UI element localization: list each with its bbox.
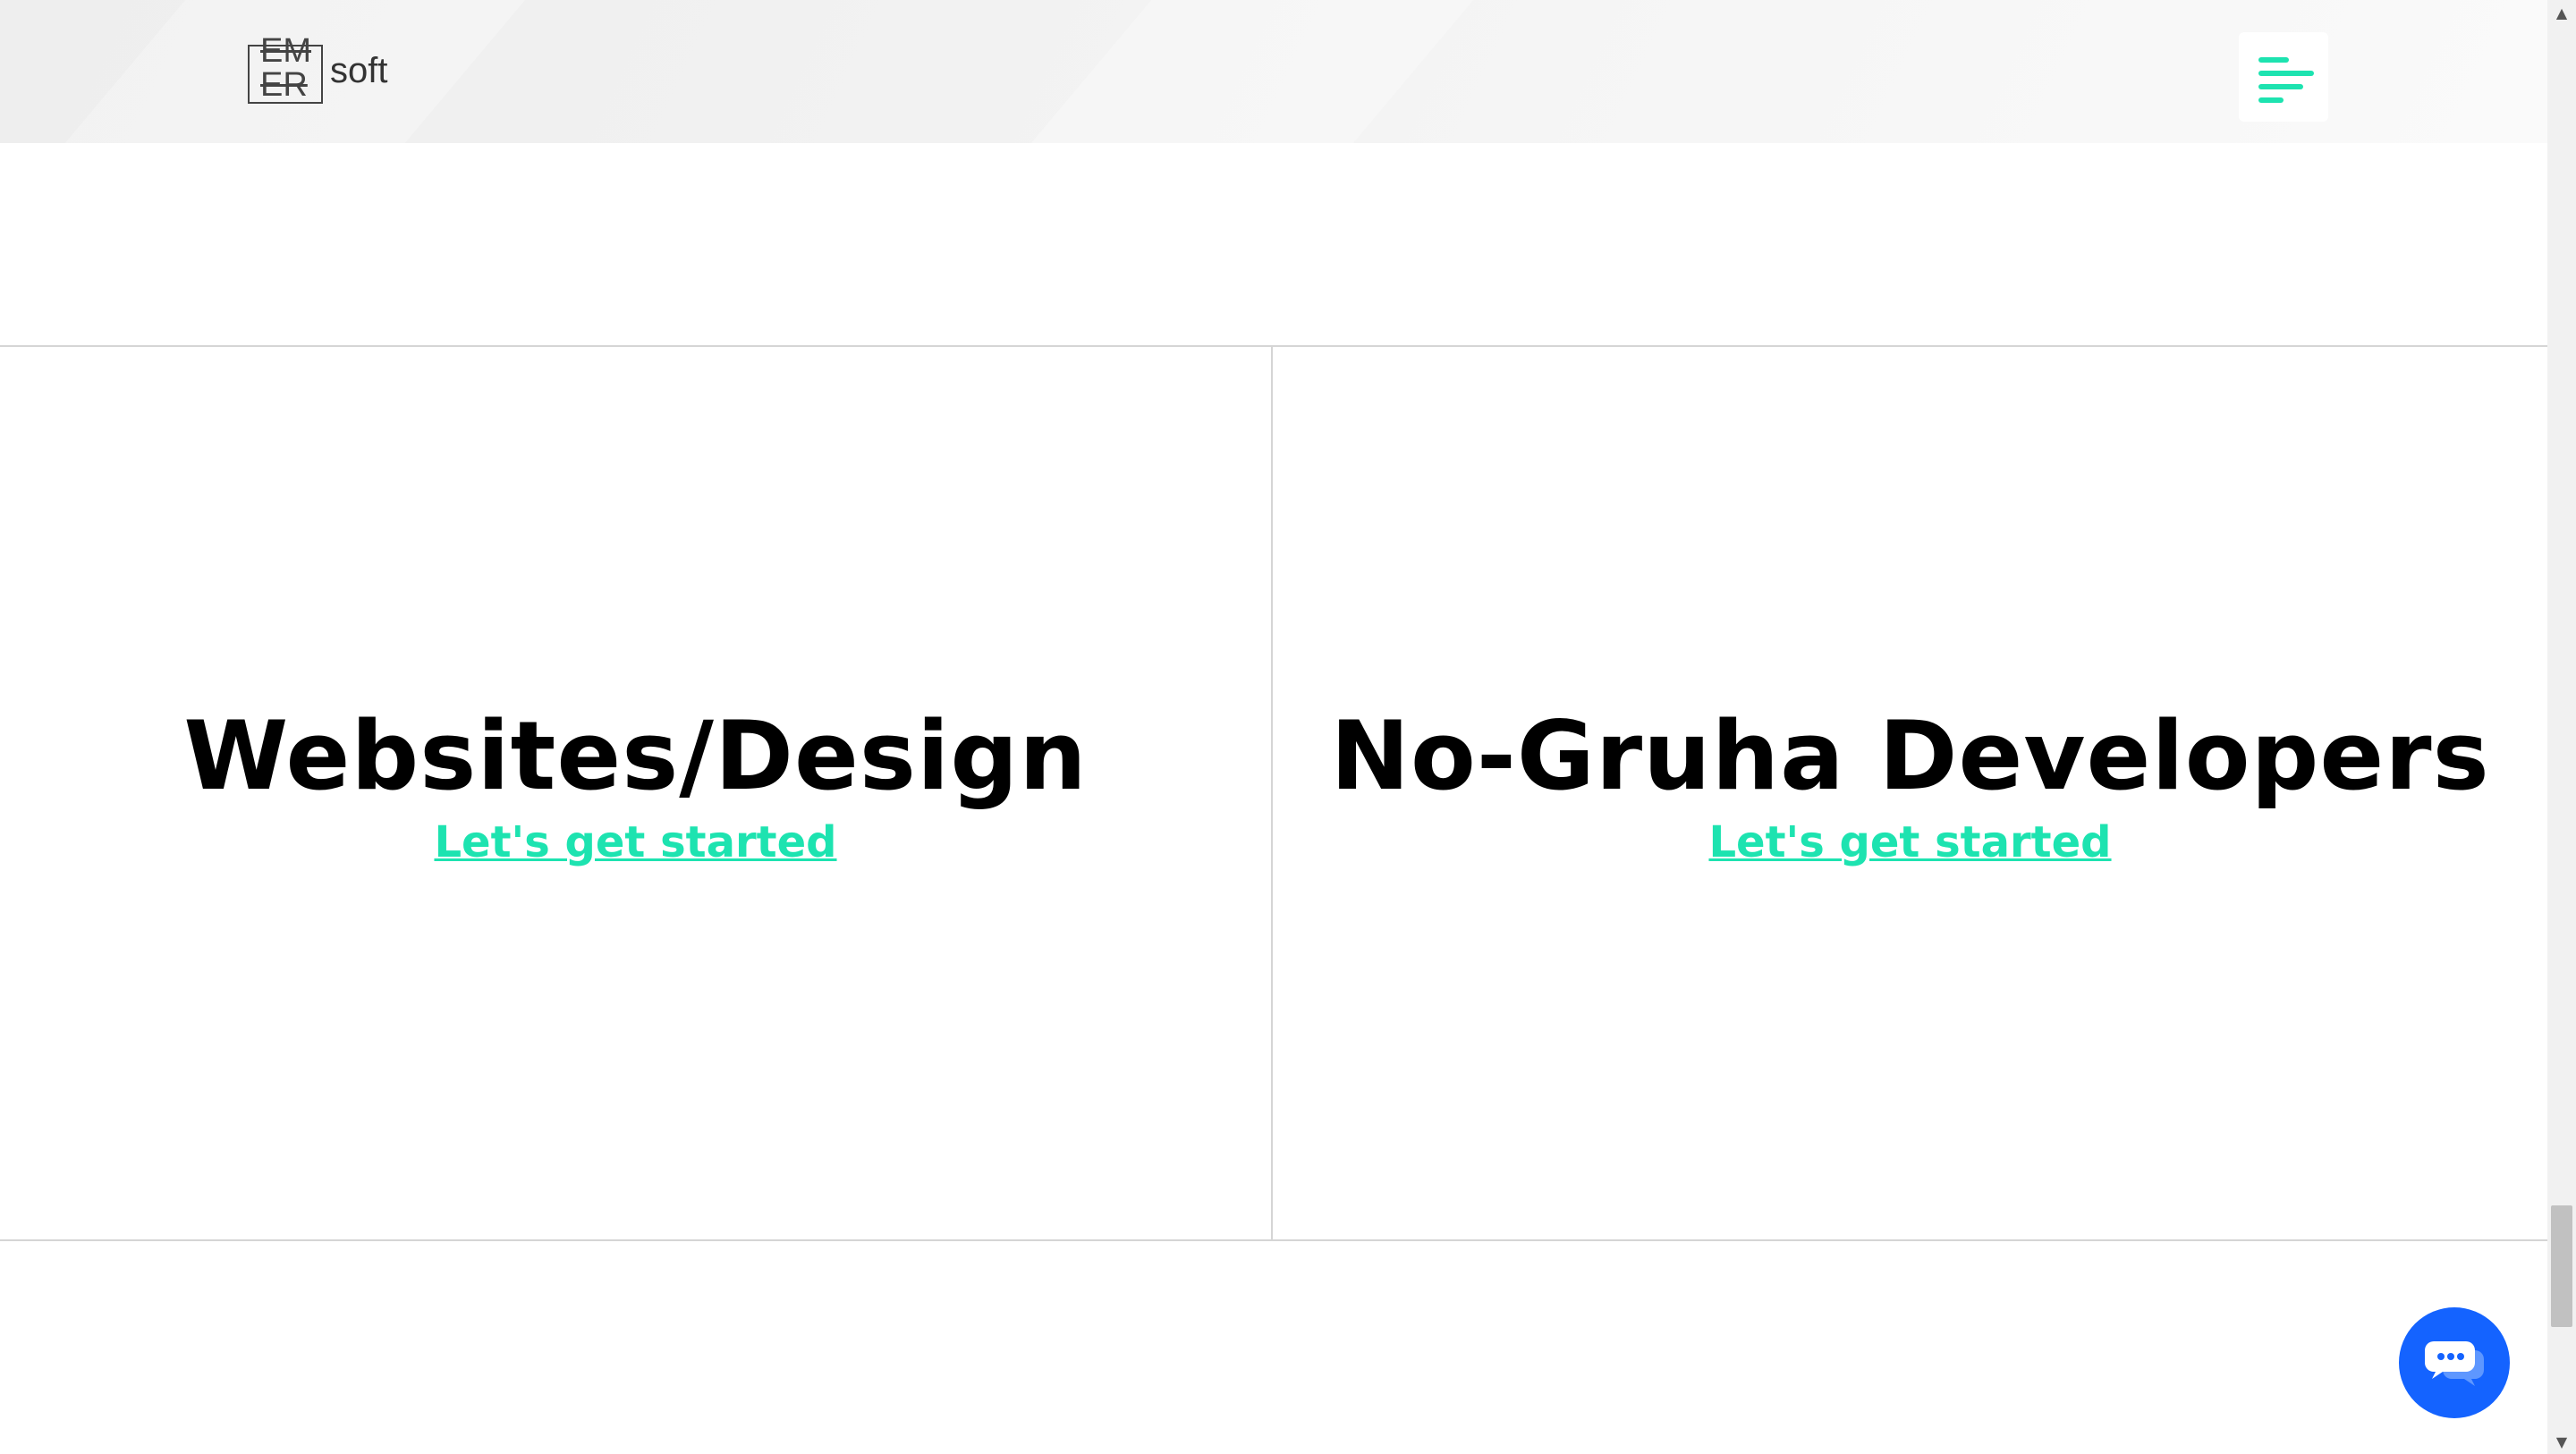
page: EM ER soft Websites/Design Let's get sta… (0, 0, 2576, 1454)
menu-button[interactable] (2239, 32, 2328, 122)
logo-wordmark: soft (330, 50, 388, 90)
scroll-up-arrow-icon[interactable]: ▲ (2547, 0, 2576, 25)
scroll-down-arrow-icon[interactable]: ▼ (2547, 1429, 2576, 1454)
scrollbar-thumb[interactable] (2551, 1205, 2572, 1327)
get-started-link[interactable]: Let's get started (1708, 817, 2111, 867)
service-card-developers: No-Gruha Developers Let's get started (1273, 348, 2547, 1240)
section-top-divider (0, 345, 2547, 347)
get-started-link[interactable]: Let's get started (434, 817, 836, 867)
site-logo[interactable]: EM ER soft (248, 32, 387, 113)
chat-bubble-icon (2425, 1341, 2484, 1386)
service-card-websites: Websites/Design Let's get started (0, 348, 1271, 1240)
service-title: No-Gruha Developers (1330, 700, 2490, 811)
site-header: EM ER soft (0, 0, 2547, 143)
logo-mark-line2: ER (260, 66, 308, 104)
vertical-scrollbar[interactable]: ▲ ▼ (2547, 0, 2576, 1454)
service-title: Websites/Design (183, 700, 1088, 811)
logo-mark: EM ER (248, 34, 323, 104)
main-content: EM ER soft Websites/Design Let's get sta… (0, 0, 2547, 1454)
logo-mark-line1: EM (260, 32, 311, 70)
chat-button[interactable] (2399, 1307, 2510, 1418)
